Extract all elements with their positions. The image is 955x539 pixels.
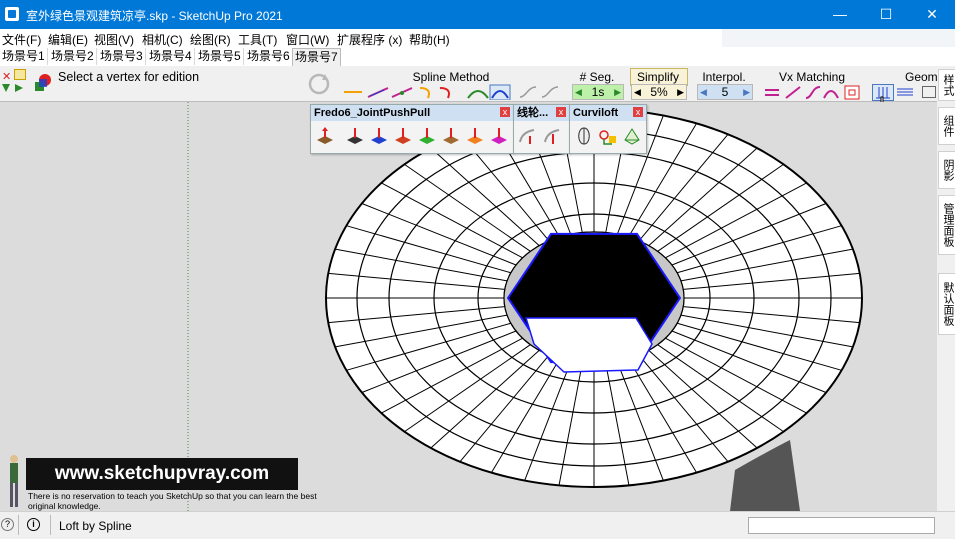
scene-tab-2[interactable]: 场景号2: [49, 48, 97, 65]
simplify-decrease-icon[interactable]: ◀: [634, 85, 641, 99]
title-bar: 室外绿色景观建筑凉亭.skp - SketchUp Pro 2021 — ☐ ✕: [0, 0, 955, 29]
skin-contours-icon[interactable]: [622, 126, 642, 146]
geom-label: Geom: [905, 70, 937, 84]
interpol-value: 5: [721, 85, 729, 99]
menu-extensions[interactable]: 扩展程序 (x): [337, 31, 402, 48]
geo-location-icon[interactable]: ?: [1, 518, 14, 531]
geom-rows-icon[interactable]: [896, 86, 914, 98]
pavilion-model[interactable]: [0, 102, 937, 511]
spline-method-icons[interactable]: [340, 84, 564, 100]
sketchup-app-icon[interactable]: [5, 7, 19, 21]
fredo-jointpushpull-panel: Fredo6_JointPushPull x: [310, 104, 514, 154]
refresh-icon[interactable]: [306, 71, 332, 97]
xianjiao-panel-close-button[interactable]: x: [556, 107, 566, 117]
status-bar: ? i Loft by Spline: [0, 511, 955, 539]
tray-tab-components[interactable]: 组件: [938, 107, 955, 145]
fillet-edge-icon[interactable]: [543, 126, 563, 146]
status-divider-2: [50, 515, 51, 535]
vx-matching-label: Vx Matching: [778, 70, 846, 84]
scene-tab-7[interactable]: 场景号7: [292, 48, 341, 66]
interpol-decrease-icon[interactable]: ◀: [700, 85, 707, 99]
scene-tab-5[interactable]: 场景号5: [196, 48, 244, 65]
pushpull-brown-icon[interactable]: [441, 126, 461, 146]
window-title: 室外绿色景观建筑凉亭.skp - SketchUp Pro 2021: [26, 9, 283, 23]
menu-tools[interactable]: 工具(T): [238, 31, 277, 48]
status-text: Loft by Spline: [59, 519, 132, 533]
spline-method-label: Spline Method: [412, 70, 490, 84]
curviloft-toolbar: ✕ Select a vertex for edition Spline Met…: [0, 66, 955, 114]
fredo-panel-title: Fredo6_JointPushPull: [311, 105, 513, 121]
vx-matching-icons[interactable]: [762, 84, 866, 100]
status-divider: [18, 515, 19, 535]
tray-tab-manage[interactable]: 管理面板: [938, 195, 955, 255]
pushpull-normal-icon[interactable]: [369, 126, 389, 146]
curviloft-panel-close-button[interactable]: x: [633, 107, 643, 117]
model-viewport[interactable]: [0, 102, 937, 511]
scene-tab-1[interactable]: 场景号1: [0, 48, 48, 65]
default-tray: 样式 组件 阴影 管理面板 默认面板: [937, 66, 955, 511]
loft-by-spline-icon[interactable]: [574, 126, 594, 146]
menu-window[interactable]: 窗口(W): [286, 31, 329, 48]
menu-file[interactable]: 文件(F): [2, 31, 41, 48]
scale-figure-icon: [8, 454, 20, 510]
simplify-increase-icon[interactable]: ▶: [677, 85, 684, 99]
scene-tab-4[interactable]: 场景号4: [147, 48, 195, 65]
down-arrow-icon[interactable]: [2, 84, 10, 92]
simplify-stepper[interactable]: ◀ 5% ▶: [631, 84, 687, 100]
fillet-icon[interactable]: [518, 126, 538, 146]
seg-stepper[interactable]: ◀ 1s ▶: [572, 84, 624, 100]
scene-tab-6[interactable]: 场景号6: [245, 48, 293, 65]
watermark-url: www.sketchupvray.com: [26, 458, 298, 490]
simplify-value: 5%: [650, 85, 668, 99]
interpol-stepper[interactable]: ◀ 5 ▶: [697, 84, 753, 100]
seg-value: 1s: [591, 85, 605, 99]
pushpull-joint-icon[interactable]: [315, 126, 335, 146]
tray-tab-styles[interactable]: 样式: [938, 69, 955, 101]
menu-edit[interactable]: 编辑(E): [48, 31, 88, 48]
watermark-subtitle: There is no reservation to teach you Ske…: [28, 491, 317, 511]
fredo-panel-close-button[interactable]: x: [500, 107, 510, 117]
menu-camera[interactable]: 相机(C): [142, 31, 183, 48]
geom-box-icon[interactable]: [922, 86, 936, 98]
scene-tab-3[interactable]: 场景号3: [98, 48, 146, 65]
play-arrow-icon[interactable]: [15, 84, 23, 92]
curviloft-panel: Curviloft x: [569, 104, 647, 154]
prompt-text: Select a vertex for edition: [58, 70, 200, 84]
menu-help[interactable]: 帮助(H): [409, 31, 450, 48]
simplify-label: Simplify: [636, 70, 679, 84]
instructor-info-icon[interactable]: i: [27, 518, 40, 531]
pushpull-red-icon[interactable]: [393, 126, 413, 146]
pushpull-vector-icon[interactable]: [345, 126, 365, 146]
cancel-x-icon[interactable]: ✕: [2, 70, 11, 83]
tray-tab-shadows[interactable]: 阴影: [938, 151, 955, 189]
pushpull-orange-icon[interactable]: [465, 126, 485, 146]
pushpull-magenta-icon[interactable]: [489, 126, 509, 146]
interpol-label: Interpol.: [702, 70, 746, 84]
scene-tabs: 场景号1 场景号2 场景号3 场景号4 场景号5 场景号6 场景号7: [0, 47, 955, 67]
menu-draw[interactable]: 绘图(R): [190, 31, 231, 48]
seg-decrease-icon[interactable]: ◀: [575, 85, 582, 99]
ruler-icon[interactable]: [14, 69, 26, 80]
seg-increase-icon[interactable]: ▶: [614, 85, 621, 99]
tray-tab-default[interactable]: 默认面板: [938, 273, 955, 335]
xianjiao-panel: 线轮... x: [513, 104, 570, 154]
vertex-edit-icon[interactable]: [34, 74, 51, 91]
seg-label: # Seg.: [579, 70, 615, 84]
minimize-button[interactable]: —: [817, 0, 863, 29]
close-button[interactable]: ✕: [909, 0, 955, 29]
pushpull-green-icon[interactable]: [417, 126, 437, 146]
interpol-increase-icon[interactable]: ▶: [743, 85, 750, 99]
loft-along-path-icon[interactable]: [598, 126, 618, 146]
maximize-button[interactable]: ☐: [863, 0, 909, 29]
menu-view[interactable]: 视图(V): [94, 31, 134, 48]
measurements-box[interactable]: [748, 517, 935, 534]
